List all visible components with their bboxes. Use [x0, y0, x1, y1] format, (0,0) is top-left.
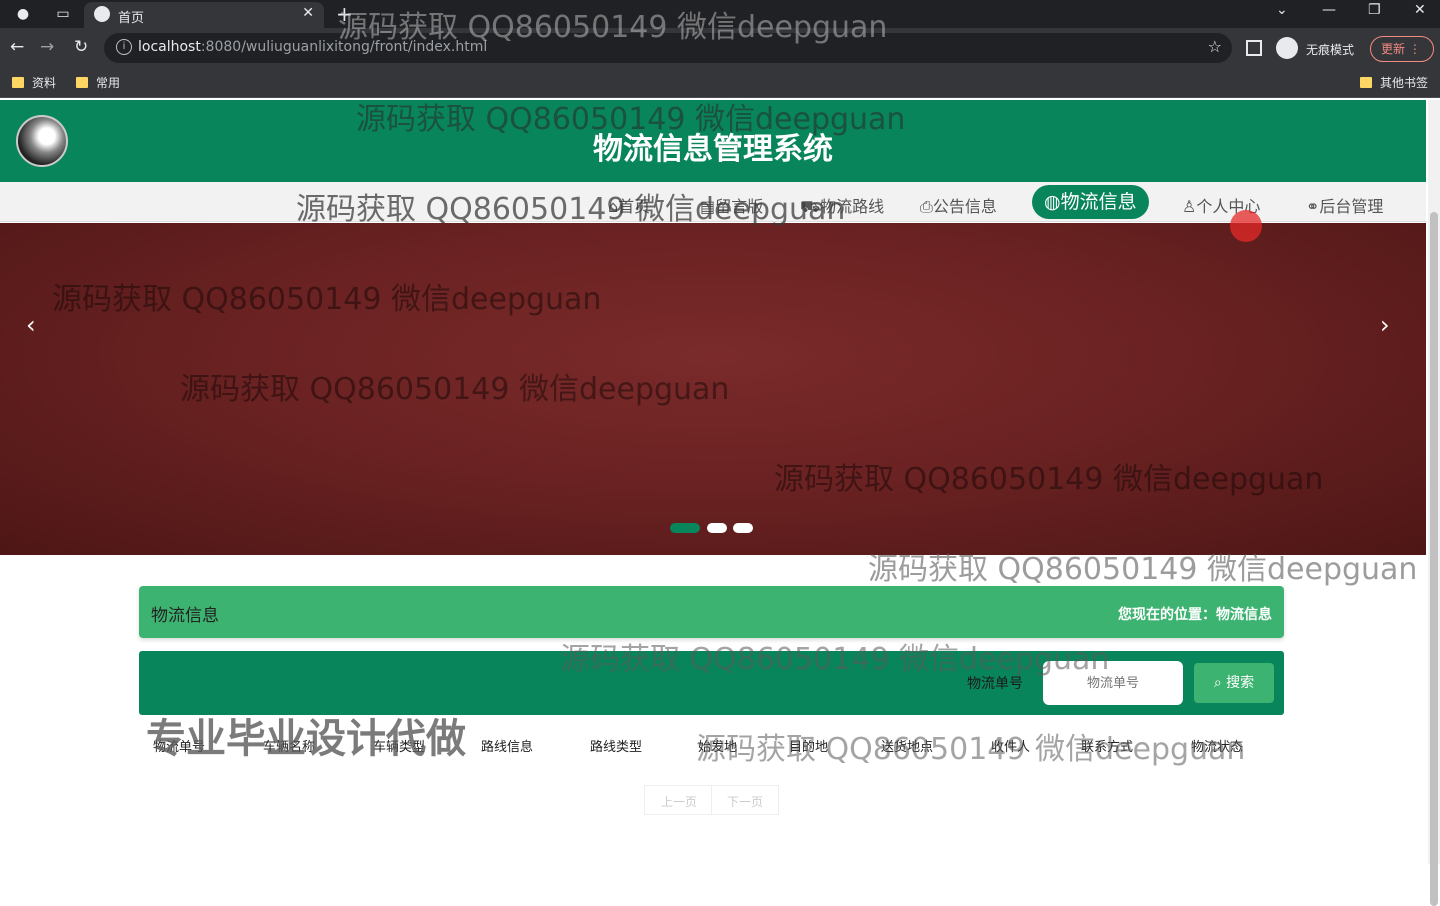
side-panel-icon[interactable]	[1246, 40, 1262, 56]
column-header: 目的地	[789, 740, 829, 755]
promo-watermark: 专业毕业设计代做	[146, 716, 466, 762]
back-icon[interactable]: ←	[10, 37, 24, 57]
bookmark-folder[interactable]: 资料	[12, 74, 56, 91]
search-button[interactable]: ⌕ 搜索	[1194, 663, 1274, 703]
update-button[interactable]: 更新 ⋮	[1370, 36, 1434, 62]
column-header: 始发地	[698, 740, 738, 755]
browser-menu-icon[interactable]: ●	[14, 5, 32, 23]
column-header: 收件人	[991, 740, 1031, 755]
other-bookmarks[interactable]: 其他书签	[1360, 74, 1428, 91]
breadcrumb: 您现在的位置：物流信息	[1118, 607, 1272, 623]
browser-tab[interactable]: 首页 ✕	[84, 2, 324, 28]
column-header: 送货地点	[881, 740, 934, 755]
bookmark-star-icon[interactable]: ☆	[1208, 37, 1222, 56]
browser-tab-bar: ● ▭ 首页 ✕ + ⌄ — ❐ ✕	[0, 0, 1440, 28]
carousel-dot[interactable]	[707, 523, 727, 533]
prev-page-button[interactable]: 上一页	[661, 793, 697, 810]
new-tab-icon[interactable]: +	[336, 2, 353, 26]
page-scrollbar[interactable]	[1428, 100, 1440, 906]
pagination: 上一页 下一页	[644, 785, 779, 815]
nav-item-notices[interactable]: ⎙公告信息	[920, 193, 997, 217]
close-tab-icon[interactable]: ✕	[302, 5, 314, 21]
carousel-prev-icon[interactable]: ‹	[26, 311, 36, 339]
scrollbar-thumb[interactable]	[1430, 212, 1438, 906]
search-label: 物流单号	[967, 676, 1023, 692]
nav-item-logistics[interactable]: ◍物流信息	[1032, 185, 1149, 219]
incognito-icon	[1276, 37, 1298, 59]
column-header: 路线类型	[590, 740, 643, 755]
site-header: 物流信息管理系统	[0, 100, 1426, 182]
search-icon: ⌕	[1213, 675, 1222, 691]
folder-icon	[1360, 77, 1372, 88]
site-title: 物流信息管理系统	[593, 132, 833, 167]
folder-icon	[76, 77, 88, 88]
site-info-icon[interactable]: i	[116, 39, 132, 55]
window-close-icon[interactable]: ✕	[1414, 2, 1426, 18]
globe-icon	[94, 6, 110, 22]
minimize-icon[interactable]: —	[1322, 2, 1336, 18]
address-bar[interactable]: i localhost:8080/wuliuguanlixitong/front…	[104, 33, 1232, 63]
section-title: 物流信息	[151, 606, 219, 626]
reload-icon[interactable]: ↻	[74, 37, 88, 57]
carousel-dot[interactable]	[733, 523, 753, 533]
restore-icon[interactable]: ❐	[1368, 2, 1381, 18]
column-header: 物流状态	[1191, 740, 1244, 755]
section-header: 物流信息 您现在的位置：物流信息	[139, 586, 1284, 638]
carousel-dot[interactable]	[670, 523, 700, 533]
incognito-label: 无痕模式	[1306, 43, 1355, 57]
bookmark-folder[interactable]: 常用	[76, 74, 120, 91]
cursor-highlight	[1230, 210, 1262, 242]
bookmarks-bar: 资料 常用 其他书签	[0, 68, 1440, 98]
browser-toolbar: ← → ↻ i localhost:8080/wuliuguanlixitong…	[0, 28, 1440, 68]
carousel-next-icon[interactable]: ›	[1380, 311, 1390, 339]
url-text[interactable]: localhost:8080/wuliuguanlixitong/front/i…	[138, 39, 487, 55]
forward-icon[interactable]: →	[40, 37, 54, 57]
next-page-button[interactable]: 下一页	[727, 793, 763, 810]
nav-item-messages[interactable]: ▤留言版	[700, 193, 763, 217]
column-header: 路线信息	[481, 740, 534, 755]
banner-carousel[interactable]: ‹ ›	[0, 223, 1426, 555]
tab-search-icon[interactable]: ▭	[54, 5, 72, 23]
nav-item-admin[interactable]: ⚭后台管理	[1306, 193, 1383, 217]
nav-item-routes[interactable]: ⛟物流路线	[800, 193, 884, 218]
tab-title: 首页	[118, 11, 145, 26]
chevron-down-icon[interactable]: ⌄	[1276, 2, 1288, 18]
column-header: 联系方式	[1081, 740, 1134, 755]
main-nav: ⌂首页 ▤留言版 ⛟物流路线 ⎙公告信息 ◍物流信息 ♙个人中心 ⚭后台管理	[0, 182, 1426, 222]
tracking-number-input[interactable]	[1043, 661, 1183, 705]
nav-item-home[interactable]: ⌂首页	[608, 193, 650, 217]
folder-icon	[12, 77, 24, 88]
